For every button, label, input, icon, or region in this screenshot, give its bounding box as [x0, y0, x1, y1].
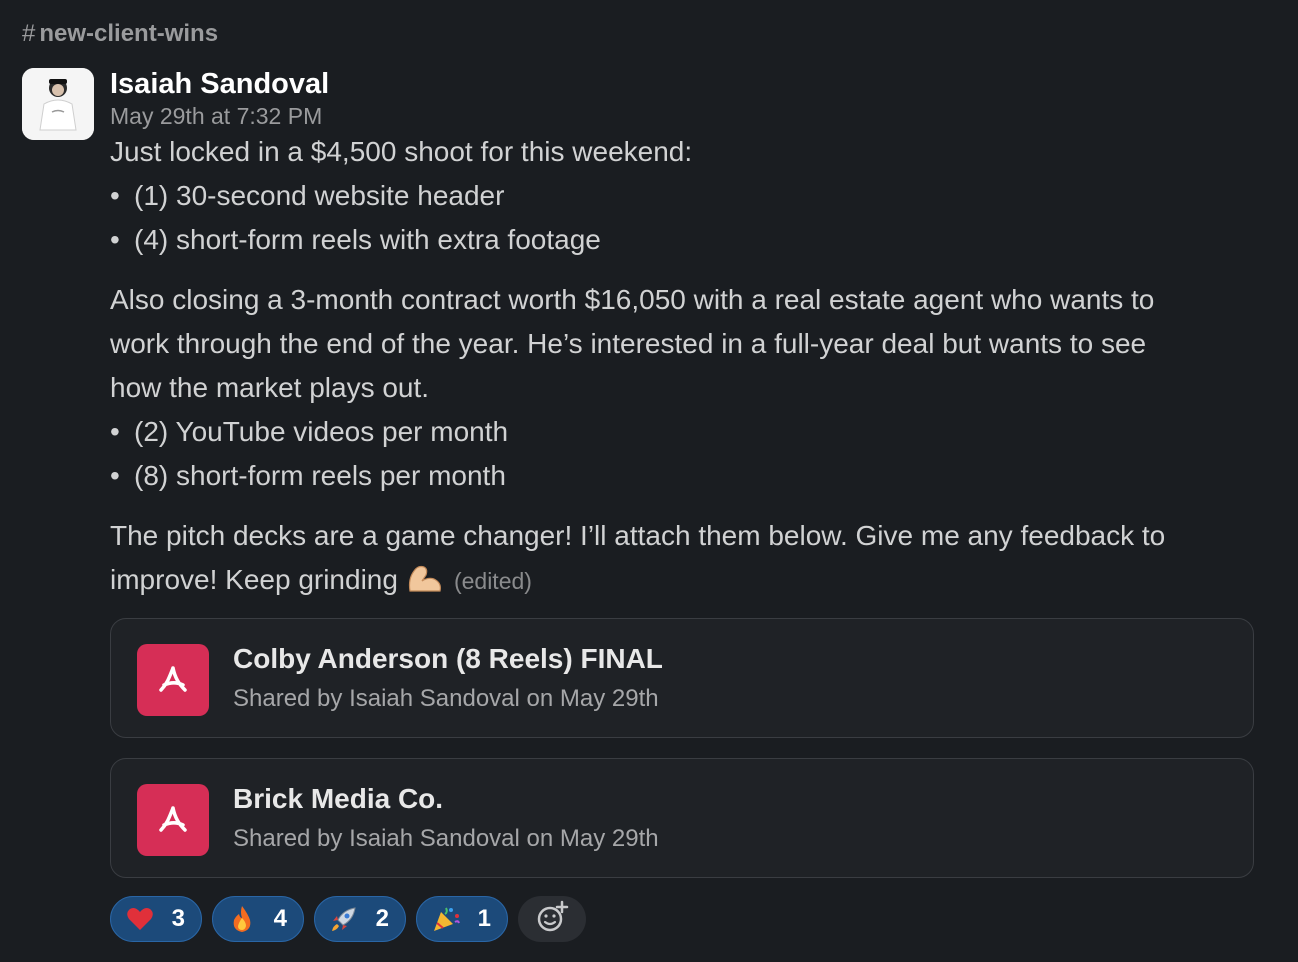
channel-header[interactable]: # new-client-wins: [22, 20, 218, 48]
file-name[interactable]: Brick Media Co.: [233, 783, 443, 815]
add-reaction-button[interactable]: [518, 896, 586, 942]
fire-icon: [227, 904, 257, 934]
reactions-bar: 3 4 2 1: [110, 896, 586, 942]
list-item: • (4) short-form reels with extra footage: [110, 224, 601, 255]
heart-icon: [125, 904, 155, 934]
reaction-rocket[interactable]: 2: [314, 896, 406, 942]
file-attachment[interactable]: Colby Anderson (8 Reels) FINAL Shared by…: [110, 618, 1254, 738]
reaction-count: 3: [171, 905, 185, 932]
file-shared-info: Shared by Isaiah Sandoval on May 29th: [233, 685, 659, 712]
edited-label: (edited): [453, 568, 532, 594]
message-text: Also closing a 3-month contract worth $1…: [110, 284, 1155, 315]
reaction-count: 2: [375, 905, 389, 932]
message-text: Just locked in a $4,500 shoot for this w…: [110, 136, 693, 167]
list-item: • (2) YouTube videos per month: [110, 416, 509, 447]
message-text: improve! Keep grinding (edited): [110, 558, 1260, 608]
pdf-icon: [137, 784, 209, 856]
reaction-count: 4: [273, 905, 287, 932]
pdf-icon: [137, 644, 209, 716]
rocket-icon: [329, 904, 359, 934]
message-timestamp[interactable]: May 29th at 7:32 PM: [110, 102, 1260, 130]
list-item: • (1) 30-second website header: [110, 180, 505, 211]
add-emoji-icon: [535, 900, 569, 939]
message-text: work through the end of the year. He’s i…: [110, 328, 1147, 359]
reaction-count: 1: [477, 905, 491, 932]
party-popper-icon: [431, 904, 461, 934]
message-text: The pitch decks are a game changer! I’ll…: [110, 520, 1166, 551]
message-author[interactable]: Isaiah Sandoval: [110, 66, 1260, 102]
flexed-biceps-icon: [404, 561, 444, 608]
message-body: Just locked in a $4,500 shoot for this w…: [110, 130, 1260, 608]
file-shared-info: Shared by Isaiah Sandoval on May 29th: [233, 825, 659, 852]
reaction-party-popper[interactable]: 1: [416, 896, 508, 942]
file-name[interactable]: Colby Anderson (8 Reels) FINAL: [233, 643, 663, 675]
channel-name: new-client-wins: [39, 20, 219, 47]
reaction-fire[interactable]: 4: [212, 896, 304, 942]
reaction-heart[interactable]: 3: [110, 896, 202, 942]
avatar[interactable]: [22, 68, 94, 140]
hash-icon: #: [22, 20, 36, 47]
file-attachment[interactable]: Brick Media Co. Shared by Isaiah Sandova…: [110, 758, 1254, 878]
message-text: how the market plays out.: [110, 372, 430, 403]
message: Isaiah Sandoval May 29th at 7:32 PM Just…: [110, 66, 1260, 608]
list-item: • (8) short-form reels per month: [110, 460, 506, 491]
